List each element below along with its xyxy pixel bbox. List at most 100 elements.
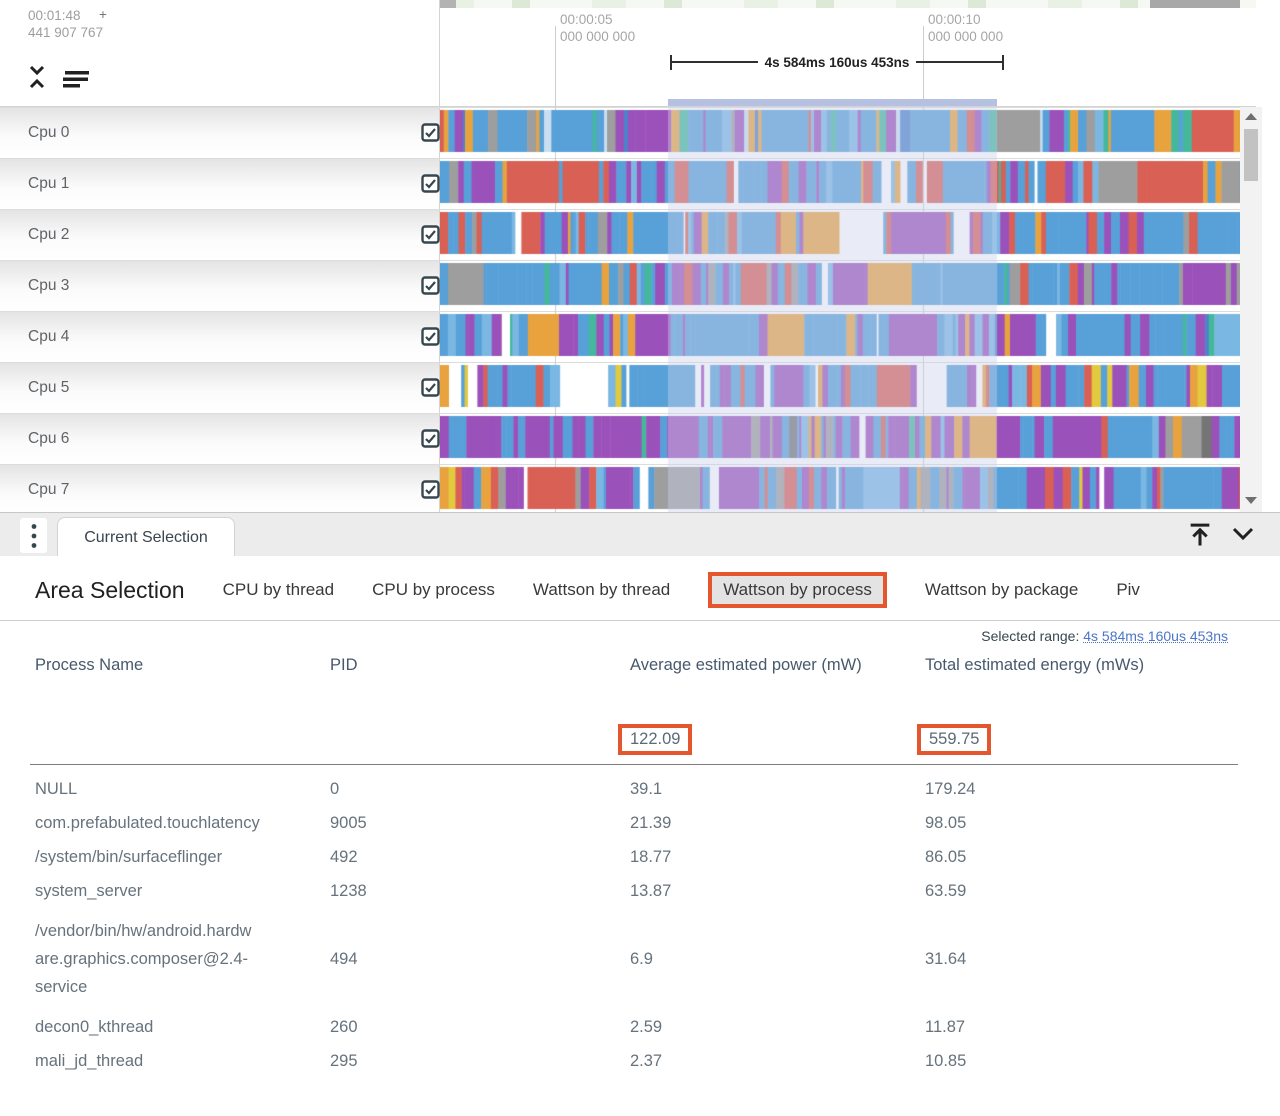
trace-origin-plus: + bbox=[99, 7, 107, 22]
process-name-cell: mali_jd_thread bbox=[35, 1047, 330, 1075]
tab-wattson-by-thread[interactable]: Wattson by thread bbox=[533, 580, 670, 600]
process-name-cell: /system/bin/surfaceflinger bbox=[35, 843, 330, 871]
total-avg-power-annotated: 122.09 bbox=[618, 724, 692, 755]
process-name-cell: com.prefabulated.touchlatency bbox=[35, 809, 330, 837]
track-label: Cpu 3 bbox=[28, 277, 69, 295]
avg-power-cell: 21.39 bbox=[630, 809, 925, 837]
tab-cpu-by-process[interactable]: CPU by process bbox=[372, 580, 495, 600]
pid-cell: 0 bbox=[330, 775, 630, 803]
kebab-menu-icon bbox=[31, 523, 37, 549]
track-label: Cpu 0 bbox=[28, 124, 69, 142]
pid-cell: 295 bbox=[330, 1047, 630, 1075]
tab-cpu-by-thread[interactable]: CPU by thread bbox=[223, 580, 335, 600]
pid-cell: 1238 bbox=[330, 877, 630, 905]
total-energy-cell: 98.05 bbox=[925, 809, 966, 837]
process-name-cell: system_server bbox=[35, 877, 330, 905]
tracks-scrollbar[interactable] bbox=[1240, 107, 1262, 512]
tracks-scroll-up-icon[interactable] bbox=[1245, 113, 1257, 120]
minimap-start-block bbox=[440, 0, 456, 8]
selection-span-bracket: 4s 584ms 160us 453ns bbox=[670, 54, 1004, 70]
total-energy-cell: 86.05 bbox=[925, 843, 966, 871]
timeline-header: 00:01:48 + 441 907 767 bbox=[0, 0, 440, 107]
tracks-scroll-down-icon[interactable] bbox=[1245, 497, 1257, 504]
process-name-cell: /vendor/bin/hw/android.hardw are.graphic… bbox=[35, 917, 330, 1001]
tab-piv[interactable]: Piv bbox=[1116, 580, 1140, 600]
process-row[interactable]: decon0_kthread 260 2.59 11.87 bbox=[0, 1010, 1244, 1044]
track-list: Cpu 0 Cpu 1 Cpu 2 Cpu 3 Cpu 4 bbox=[0, 107, 1280, 512]
trace-origin-time: 00:01:48 bbox=[28, 8, 81, 23]
selected-range: Selected range: 4s 584ms 160us 453ns bbox=[981, 628, 1228, 644]
totals-divider bbox=[30, 764, 1238, 765]
track-checkbox[interactable] bbox=[421, 480, 440, 499]
process-row[interactable]: com.prefabulated.touchlatency 9005 21.39… bbox=[0, 806, 1244, 840]
avg-power-cell: 2.59 bbox=[630, 1013, 925, 1041]
area-selection-panel: Area Selection CPU by thread CPU by proce… bbox=[0, 556, 1280, 1116]
pid-cell: 492 bbox=[330, 843, 630, 871]
avg-power-cell: 2.37 bbox=[630, 1047, 925, 1075]
ruler-mark-10s: 00:00:10000 000 000 bbox=[928, 11, 1003, 45]
total-energy-annotated: 559.75 bbox=[917, 724, 991, 755]
track-label: Cpu 7 bbox=[28, 481, 69, 499]
col-header-avg-power: Average estimated power (mW) bbox=[630, 652, 882, 679]
selected-range-link[interactable]: 4s 584ms 160us 453ns bbox=[1083, 628, 1228, 644]
pid-cell: 494 bbox=[330, 945, 630, 973]
total-energy-cell: 63.59 bbox=[925, 877, 966, 905]
col-header-total-energy: Total estimated energy (mWs) bbox=[925, 652, 1225, 679]
total-energy-cell: 10.85 bbox=[925, 1047, 966, 1075]
tab-wattson-by-package[interactable]: Wattson by package bbox=[925, 580, 1078, 600]
sort-tracks-icon[interactable] bbox=[61, 70, 91, 88]
total-energy-cell: 11.87 bbox=[925, 1013, 965, 1041]
dock-to-top-icon[interactable] bbox=[1186, 521, 1214, 549]
cpu-sched-canvas[interactable] bbox=[440, 107, 1240, 512]
process-row[interactable]: mali_jd_thread 295 2.37 10.85 bbox=[0, 1044, 1244, 1078]
pid-cell: 9005 bbox=[330, 809, 630, 837]
time-ruler[interactable]: 00:00:05000 000 000 00:00:10000 000 000 … bbox=[440, 8, 1256, 107]
process-row[interactable]: /system/bin/surfaceflinger 492 18.77 86.… bbox=[0, 840, 1244, 874]
avg-power-cell: 13.87 bbox=[630, 877, 925, 905]
area-selection-tabs-row: Area Selection CPU by thread CPU by proce… bbox=[35, 566, 1260, 614]
collapse-tracks-icon[interactable] bbox=[27, 63, 47, 91]
selection-span-label: 4s 584ms 160us 453ns bbox=[758, 55, 917, 70]
ruler-gridline-5s bbox=[555, 26, 556, 106]
tab-current-selection[interactable]: Current Selection bbox=[57, 517, 235, 557]
process-row[interactable]: /vendor/bin/hw/android.hardw are.graphic… bbox=[0, 908, 1244, 1010]
track-label: Cpu 5 bbox=[28, 379, 69, 397]
track-label: Cpu 4 bbox=[28, 328, 69, 346]
total-energy-cell: 179.24 bbox=[925, 775, 975, 803]
total-energy-cell: 31.64 bbox=[925, 945, 966, 973]
minimap-viewport-window[interactable] bbox=[1150, 0, 1240, 8]
panel-menu-button[interactable] bbox=[20, 518, 47, 553]
track-checkbox[interactable] bbox=[421, 123, 440, 142]
track-checkbox[interactable] bbox=[421, 276, 440, 295]
perfetto-trace-viewer: 00:01:48 + 441 907 767 00:00:05000 000 0… bbox=[0, 0, 1280, 1116]
process-row[interactable]: system_server 1238 13.87 63.59 bbox=[0, 874, 1244, 908]
track-label: Cpu 1 bbox=[28, 175, 69, 193]
track-checkbox[interactable] bbox=[421, 327, 440, 346]
collapse-panel-chevron-icon[interactable] bbox=[1230, 524, 1256, 546]
ruler-mark-5s: 00:00:05000 000 000 bbox=[560, 11, 635, 45]
tabs-divider bbox=[0, 620, 1280, 621]
avg-power-cell: 39.1 bbox=[630, 775, 925, 803]
tab-wattson-by-process[interactable]: Wattson by process bbox=[708, 572, 887, 608]
track-checkbox[interactable] bbox=[421, 378, 440, 397]
bottom-panel-tabstrip: Current Selection bbox=[0, 512, 1280, 556]
panel-title: Area Selection bbox=[35, 577, 185, 604]
trace-origin-nanoseconds: 441 907 767 bbox=[28, 25, 103, 40]
avg-power-cell: 18.77 bbox=[630, 843, 925, 871]
track-checkbox[interactable] bbox=[421, 225, 440, 244]
process-row[interactable]: NULL 0 39.1 179.24 bbox=[0, 772, 1244, 806]
track-label: Cpu 6 bbox=[28, 430, 69, 448]
timeline-minimap[interactable] bbox=[440, 0, 1256, 8]
process-name-cell: NULL bbox=[35, 775, 330, 803]
tracks-scrollbar-thumb[interactable] bbox=[1244, 129, 1258, 181]
process-name-cell: decon0_kthread bbox=[35, 1013, 330, 1041]
track-label: Cpu 2 bbox=[28, 226, 69, 244]
process-table-rows: NULL 0 39.1 179.24 com.prefabulated.touc… bbox=[0, 772, 1244, 1078]
pid-cell: 260 bbox=[330, 1013, 630, 1041]
col-header-pid: PID bbox=[330, 652, 358, 679]
selection-brush-strip[interactable] bbox=[668, 99, 997, 106]
track-checkbox[interactable] bbox=[421, 174, 440, 193]
track-checkbox[interactable] bbox=[421, 429, 440, 448]
col-header-process-name: Process Name bbox=[35, 652, 327, 679]
avg-power-cell: 6.9 bbox=[630, 945, 925, 973]
